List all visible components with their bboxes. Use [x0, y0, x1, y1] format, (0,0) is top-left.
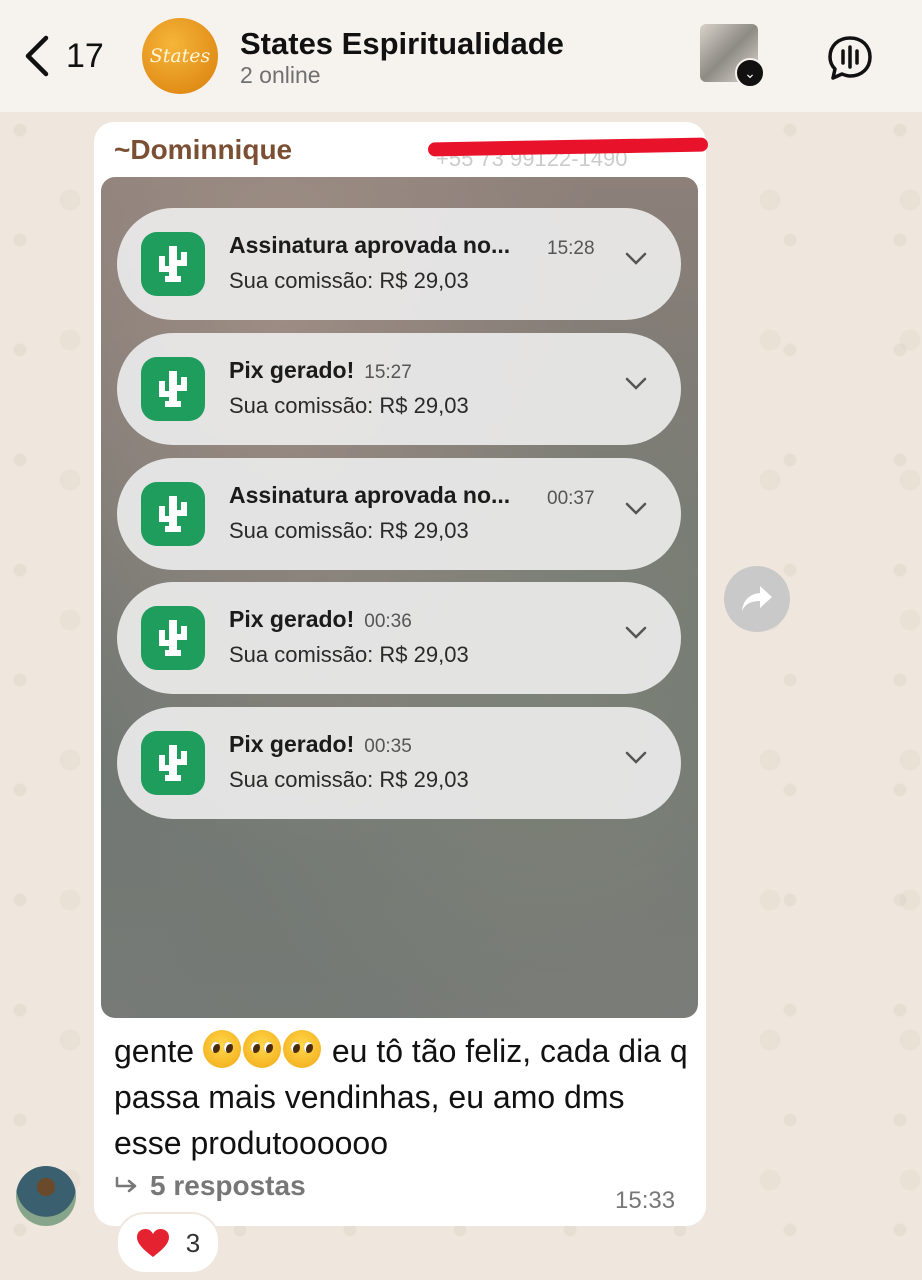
- notification-time: 00:36: [364, 611, 412, 632]
- sender-name[interactable]: ~Dominnique: [114, 134, 292, 166]
- group-avatar-logo-text: States: [149, 45, 211, 67]
- notifications-screenshot[interactable]: Assinatura aprovada no... 15:28 Sua comi…: [101, 177, 698, 1018]
- reaction-pill[interactable]: 3: [116, 1212, 220, 1274]
- cactus-app-icon: [141, 232, 205, 296]
- notification-time: 00:37: [547, 488, 595, 509]
- cactus-app-icon: [141, 357, 205, 421]
- chat-header: 17 States States Espiritualidade 2 onlin…: [0, 0, 922, 112]
- notification-body: Sua comissão: R$ 29,03: [229, 268, 469, 293]
- notification-time: 15:27: [364, 362, 412, 383]
- notification-card: Pix gerado! 15:27 Sua comissão: R$ 29,03: [117, 333, 681, 445]
- notification-title: Pix gerado! 00:36: [229, 606, 412, 632]
- chevron-down-icon: [625, 252, 647, 265]
- notification-card: Pix gerado! 00:36 Sua comissão: R$ 29,03: [117, 582, 681, 694]
- group-title[interactable]: States Espiritualidade: [240, 26, 564, 62]
- reaction-count: 3: [185, 1227, 201, 1258]
- voice-chat-icon[interactable]: [826, 34, 874, 82]
- group-avatar[interactable]: States: [142, 18, 218, 94]
- reply-arrow-icon: [115, 1176, 137, 1193]
- notification-card: Assinatura aprovada no... 15:28 Sua comi…: [117, 208, 681, 320]
- notification-title: Assinatura aprovada no...: [229, 232, 511, 258]
- chevron-down-badge-icon[interactable]: ⌄: [735, 58, 765, 88]
- notification-card: Assinatura aprovada no... 00:37 Sua comi…: [117, 458, 681, 570]
- sender-avatar[interactable]: [16, 1166, 76, 1226]
- notification-time: 00:35: [364, 736, 412, 757]
- chevron-down-icon: [625, 377, 647, 390]
- notification-card: Pix gerado! 00:35 Sua comissão: R$ 29,03: [117, 707, 681, 819]
- chevron-down-icon: [625, 502, 647, 515]
- heart-icon: [136, 1229, 169, 1257]
- notification-body: Sua comissão: R$ 29,03: [229, 518, 469, 543]
- cactus-app-icon: [141, 606, 205, 670]
- notification-title: Pix gerado! 15:27: [229, 357, 412, 383]
- pleading-face-emoji-icon: [242, 1030, 281, 1068]
- notification-time: 15:28: [547, 238, 595, 259]
- back-button[interactable]: 17: [22, 34, 104, 78]
- notification-title: Assinatura aprovada no...: [229, 482, 511, 508]
- forward-button[interactable]: [724, 566, 790, 632]
- cactus-app-icon: [141, 731, 205, 795]
- notification-body: Sua comissão: R$ 29,03: [229, 767, 469, 792]
- pleading-face-emoji-icon: [282, 1030, 321, 1068]
- replies-link[interactable]: 5 respostas: [114, 1170, 306, 1202]
- pleading-face-emoji-icon: [202, 1030, 241, 1068]
- forward-icon: [742, 586, 772, 611]
- notification-body: Sua comissão: R$ 29,03: [229, 642, 469, 667]
- unread-count: 17: [66, 36, 104, 75]
- chevron-down-icon: [625, 626, 647, 639]
- replies-label: 5 respostas: [150, 1170, 306, 1201]
- online-status: 2 online: [240, 62, 321, 88]
- message-timestamp: 15:33: [615, 1187, 676, 1214]
- chevron-down-icon: [625, 751, 647, 764]
- chevron-left-icon: [25, 35, 49, 77]
- message-text: gente eu tô tão feliz, cada dia q passa …: [114, 1028, 694, 1166]
- notification-body: Sua comissão: R$ 29,03: [229, 393, 469, 418]
- cactus-app-icon: [141, 482, 205, 546]
- notification-title: Pix gerado! 00:35: [229, 731, 412, 757]
